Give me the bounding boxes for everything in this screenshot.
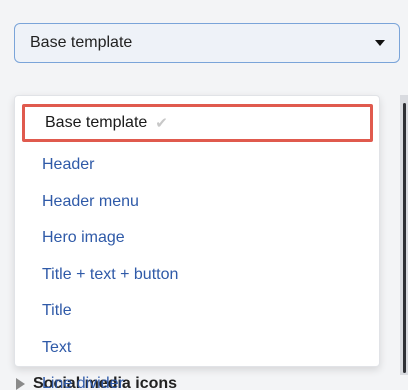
page: Base template Social media icons Base te… <box>0 0 408 390</box>
select-value: Base template <box>30 34 133 51</box>
menu-item-title[interactable]: Title <box>15 293 379 329</box>
menu-item-label: Title + text + button <box>42 266 179 283</box>
scrollbar-thumb[interactable] <box>403 103 406 373</box>
menu-item-label: Line divider <box>42 375 124 390</box>
chevron-down-icon[interactable] <box>375 40 385 46</box>
menu-item-header-menu[interactable]: Header menu <box>15 184 379 220</box>
menu-item-label: Header menu <box>42 193 139 210</box>
menu-item-label: Title <box>42 302 72 319</box>
check-icon: ✔ <box>155 115 168 132</box>
menu-item-label: Header <box>42 156 95 173</box>
menu-item-base-template[interactable]: Base template ✔ <box>22 104 373 142</box>
menu-item-line-divider[interactable]: Line divider <box>15 366 379 390</box>
menu-item-title-text-button[interactable]: Title + text + button <box>15 257 379 293</box>
menu-item-header[interactable]: Header <box>15 147 379 183</box>
menu-item-text[interactable]: Text <box>15 330 379 366</box>
menu-item-label: Text <box>42 339 72 356</box>
dropdown-menu: Base template ✔ Header Header menu Hero … <box>14 95 380 390</box>
menu-item-hero-image[interactable]: Hero image <box>15 220 379 256</box>
menu-item-label: Base template <box>45 114 148 131</box>
menu-item-label: Hero image <box>42 229 125 246</box>
template-select[interactable]: Base template <box>14 23 400 63</box>
